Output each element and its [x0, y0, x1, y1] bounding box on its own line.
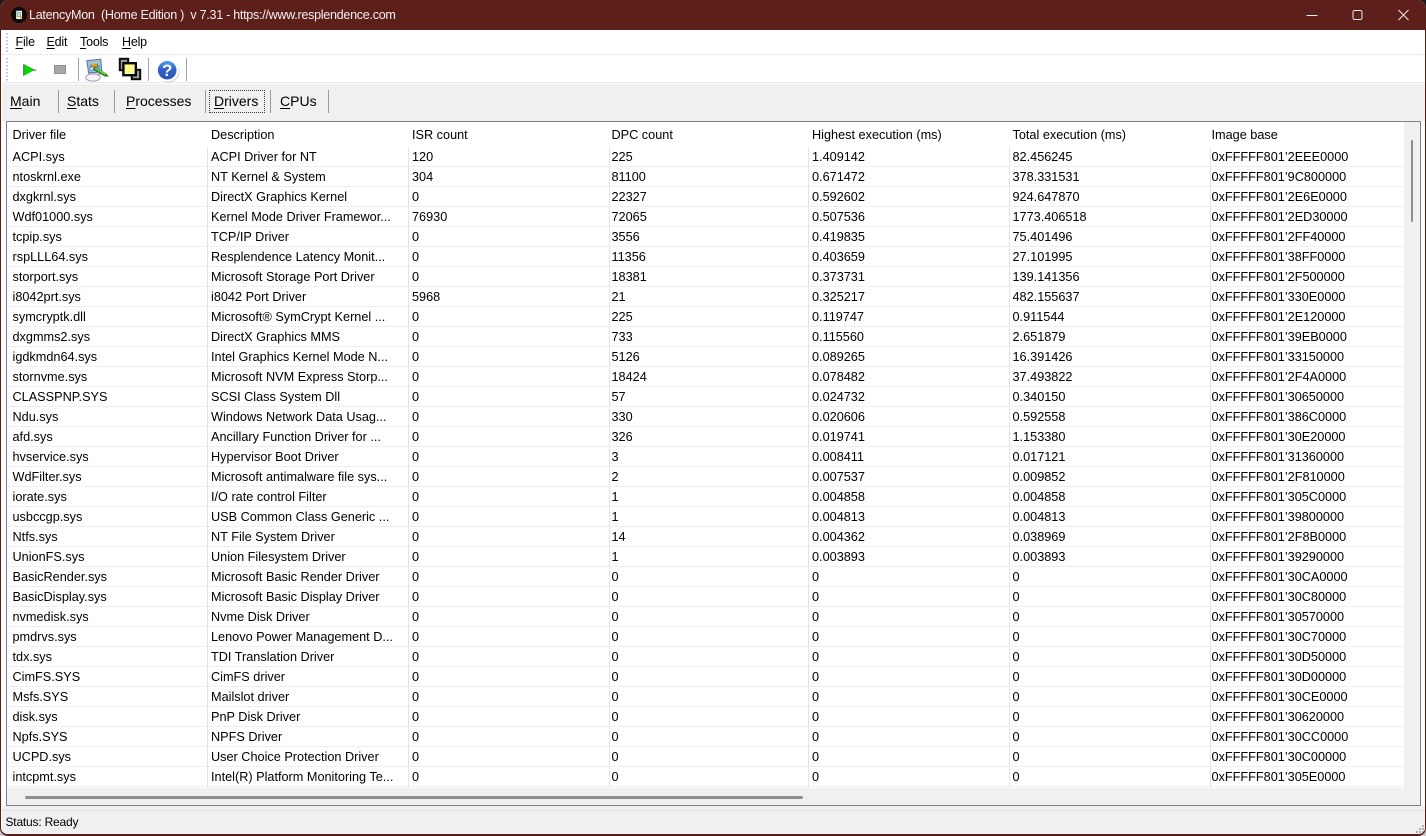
svg-text:?: ?: [162, 61, 172, 80]
